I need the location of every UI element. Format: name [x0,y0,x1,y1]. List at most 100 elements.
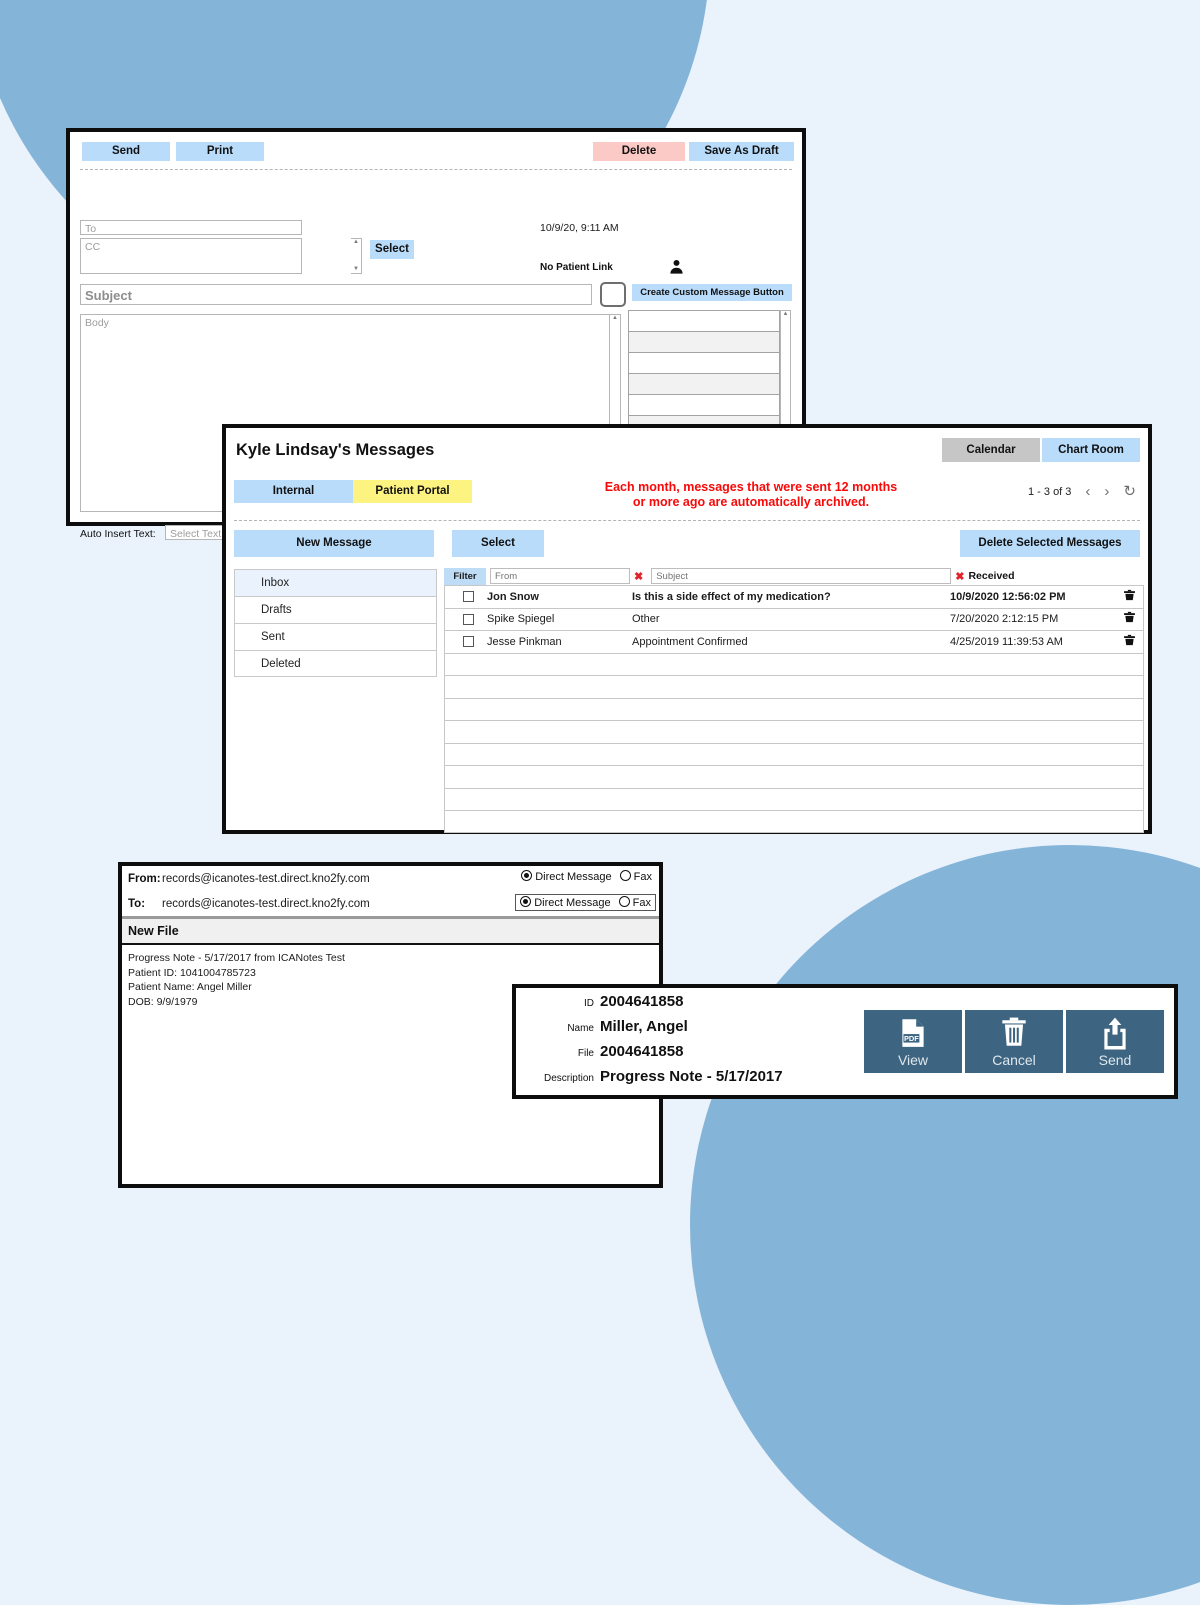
custom-message-row[interactable] [628,394,780,415]
table-row-empty [444,720,1144,743]
chevron-left-icon[interactable]: ‹ [1085,484,1090,499]
row-from: Jesse Pinkman [487,635,562,648]
filter-label: Filter [444,567,486,585]
calendar-button[interactable]: Calendar [942,438,1040,462]
background-circle-bottom [690,845,1200,1605]
row-checkbox[interactable] [463,613,474,625]
tab-internal[interactable]: Internal [234,480,353,503]
tab-patient-portal[interactable]: Patient Portal [353,480,472,503]
pagination-range: 1 - 3 of 3 [1028,486,1072,498]
delete-selected-messages-button[interactable]: Delete Selected Messages [960,530,1140,557]
cc-scrollbar[interactable]: ▲ ▼ [351,238,362,274]
create-custom-message-button[interactable]: Create Custom Message Button [632,284,792,301]
file-detail-actions: PDF View Cancel Send [864,1010,1164,1073]
from-fax-label: Fax [633,871,652,883]
row-checkbox[interactable] [463,591,474,603]
cancel-button-label: Cancel [992,1051,1036,1068]
page-title: Kyle Lindsay's Messages [236,441,435,459]
from-row: From: records@icanotes-test.direct.kno2f… [122,866,659,891]
from-delivery-options: Direct Message Fax [517,869,656,884]
custom-message-row[interactable] [628,310,780,331]
svg-text:PDF: PDF [904,1034,919,1043]
messages-table: Filter ✖ ✖ Received Jon Snow Is this a si… [444,567,1144,833]
file-detail-row: File 2004641858 [516,1043,836,1068]
messages-window: Kyle Lindsay's Messages Calendar Chart R… [222,424,1152,834]
select-button[interactable]: Select [452,530,544,557]
subject-extra-button[interactable] [600,282,626,307]
delete-button[interactable]: Delete [593,142,685,161]
custom-message-row[interactable] [628,352,780,373]
table-row-empty [444,765,1144,788]
clear-from-filter-icon[interactable]: ✖ [634,570,643,583]
scroll-up-icon[interactable]: ▲ [351,239,361,246]
folder-item-drafts[interactable]: Drafts [234,596,437,623]
clear-subject-filter-icon[interactable]: ✖ [955,570,964,583]
cancel-button[interactable]: Cancel [965,1010,1063,1073]
folder-item-sent[interactable]: Sent [234,623,437,650]
new-message-button[interactable]: New Message [234,530,434,557]
archive-notice: Each month, messages that were sent 12 m… [526,480,976,510]
header-buttons: Calendar Chart Room [942,428,1140,462]
view-button[interactable]: PDF View [864,1010,962,1073]
to-direct-message-radio[interactable]: Direct Message [520,896,611,909]
row-checkbox[interactable] [463,636,474,648]
field-value: 2004641858 [600,1043,684,1060]
table-row[interactable]: Spike Spiegel Other 7/20/2020 2:12:15 PM [444,607,1144,630]
send-button[interactable]: Send [82,142,170,161]
person-icon[interactable] [668,258,685,280]
folder-item-deleted[interactable]: Deleted [234,650,437,677]
chart-room-button[interactable]: Chart Room [1042,438,1140,462]
select-recipient-button[interactable]: Select [370,240,414,259]
scroll-up-icon[interactable]: ▲ [610,315,620,322]
from-fax-radio[interactable]: Fax [619,870,652,883]
header-divider [234,520,1140,521]
send-button[interactable]: Send [1066,1010,1164,1073]
scroll-up-icon[interactable]: ▲ [781,311,790,318]
chevron-right-icon[interactable]: › [1104,484,1109,499]
filter-from-input[interactable] [490,568,630,584]
to-fax-radio[interactable]: Fax [618,896,651,909]
row-from: Spike Spiegel [487,613,555,626]
table-row[interactable]: Jesse Pinkman Appointment Confirmed 4/25/2… [444,630,1144,653]
folder-item-inbox[interactable]: Inbox [234,569,437,596]
to-input[interactable]: To [80,220,302,235]
to-delivery-options: Direct Message Fax [515,894,656,911]
file-detail-fields: ID 2004641858 Name Miller, Angel File 2004641… [516,993,836,1093]
field-label: File [577,1048,594,1059]
save-as-draft-button[interactable]: Save As Draft [689,142,794,161]
row-received: 7/20/2020 2:12:15 PM [950,613,1059,626]
table-row-empty [444,697,1144,720]
row-subject: Is this a side effect of my medication? [632,590,831,603]
custom-message-row[interactable] [628,373,780,394]
compose-toolbar: Send Print Delete Save As Draft [70,132,802,169]
message-tabs: Internal Patient Portal [234,480,472,503]
received-column-header: Received [968,570,1015,582]
field-value: 2004641858 [600,993,684,1010]
from-direct-message-radio[interactable]: Direct Message [521,870,612,883]
trash-icon [1002,1017,1026,1046]
attachment-detail-line: Progress Note - 5/17/2017 from ICANotes … [128,952,345,964]
field-label: ID [584,998,594,1009]
to-label: To: [128,897,146,910]
row-received: 10/9/2020 12:56:02 PM [950,590,1066,603]
custom-message-row[interactable] [628,331,780,352]
archive-notice-line2: or more ago are automatically archived. [632,495,870,509]
view-button-label: View [897,1051,929,1068]
subject-input[interactable]: Subject [80,284,592,305]
to-address: records@icanotes-test.direct.kno2fy.com [162,897,370,910]
trash-icon[interactable] [1115,589,1143,605]
trash-icon[interactable] [1115,634,1143,650]
file-detail-row: Name Miller, Angel [516,1018,836,1043]
refresh-icon[interactable]: ↻ [1123,484,1136,499]
cc-input[interactable]: CC [80,238,302,274]
row-subject: Other [632,613,660,626]
auto-insert-text-label: Auto Insert Text: [80,528,156,540]
scroll-down-icon[interactable]: ▼ [351,266,361,273]
table-row[interactable]: Jon Snow Is this a side effect of my medi… [444,585,1144,608]
archive-notice-line1: Each month, messages that were sent 12 m… [604,480,898,494]
print-button[interactable]: Print [176,142,264,161]
filter-subject-input[interactable] [651,568,952,584]
table-row-empty [444,675,1144,698]
trash-icon[interactable] [1115,611,1143,627]
field-label: Description [543,1073,594,1084]
